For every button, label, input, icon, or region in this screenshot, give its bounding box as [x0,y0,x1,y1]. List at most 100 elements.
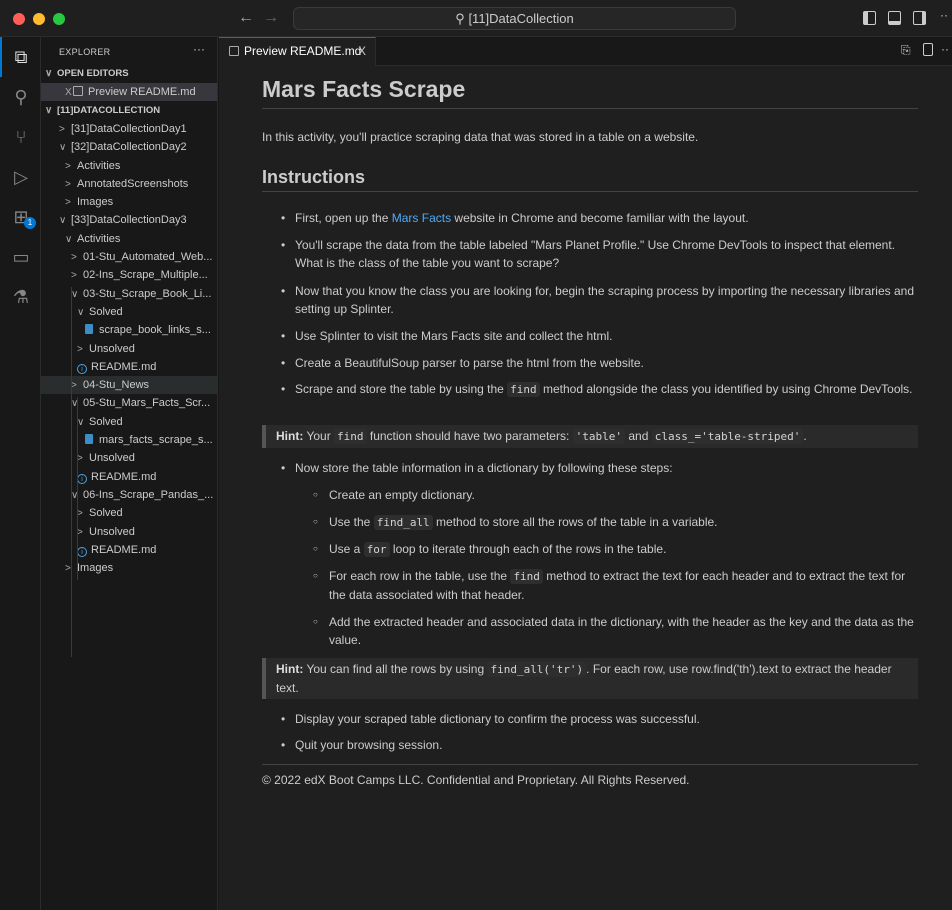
inline-code: find [334,429,367,444]
command-center-search[interactable]: ⚲ [11]DataCollection [293,7,736,30]
text: Your [303,429,335,443]
maximize-window-button[interactable] [53,13,65,25]
tree-item-label: scrape_book_links_s... [99,324,211,337]
tree-item[interactable]: i README.md [41,358,217,376]
tree-item[interactable]: >04-Stu_News [41,376,217,395]
chevron-right-icon: > [77,343,83,355]
text: . [803,429,807,443]
toggle-panel-icon[interactable] [888,11,901,25]
search-icon[interactable]: ⚲ [10,86,32,108]
tree-item-label: Solved [89,415,123,428]
tree-item[interactable]: mars_facts_scrape_s... [41,431,217,449]
tree-item[interactable]: ∨ [32]DataCollectionDay2 [41,138,217,156]
tree-item[interactable]: i README.md [41,541,217,559]
tree-item-label: Solved [89,507,123,520]
chevron-down-icon: ∨ [45,68,53,79]
source-control-icon[interactable]: ⑂ [10,126,32,148]
close-tab-icon[interactable]: X [358,38,366,65]
tree-item-label: [32]DataCollectionDay2 [71,141,187,154]
tree-item[interactable]: >02-Ins_Scrape_Multiple... [41,266,217,284]
mars-facts-link[interactable]: Mars Facts [392,211,451,225]
chevron-right-icon: > [71,270,77,282]
remote-explorer-icon[interactable]: ▭ [10,246,32,268]
footer-copyright: © 2022 edX Boot Camps LLC. Confidential … [262,773,690,787]
tab-preview-readme[interactable]: Preview README.md X [219,37,376,66]
tree-item[interactable]: ∨ Solved [41,303,217,321]
text: loop to iterate through each of the rows… [389,542,667,556]
tree-item[interactable]: > Unsolved [41,523,217,541]
tree-item[interactable]: scrape_book_links_s... [41,321,217,339]
tree-item-label: [33]DataCollectionDay3 [71,214,187,227]
tree-item[interactable]: > Solved [41,504,217,522]
toggle-sidebar-icon[interactable] [863,11,876,25]
tree-item-label: 04-Stu_News [83,379,150,392]
indent-guide [71,287,72,657]
tree-item-label: Solved [89,305,123,318]
tree-item-label: AnnotatedScreenshots [77,177,189,190]
list-item: Create a BeautifulSoup parser to parse t… [281,354,915,372]
tree-item[interactable]: X Preview README.md [41,83,217,102]
section-header[interactable]: ∨ OPEN EDITORS [41,65,217,83]
chevron-right-icon: > [77,526,83,538]
info-file-icon: i [77,363,87,374]
tree-item[interactable]: > [31]DataCollectionDay1 [41,120,217,138]
more-actions-icon[interactable]: ··· [193,42,205,56]
tree-item[interactable]: > Unsolved [41,340,217,358]
list-item: Use a for loop to iterate through each o… [313,540,919,559]
list-item: Quit your browsing session. [281,736,915,754]
text: Now that you know the class you are look… [295,284,914,316]
close-editor-icon[interactable]: X [59,84,73,101]
chevron-down-icon: ∨ [71,288,79,300]
preview-icon [73,86,83,97]
back-arrow-icon[interactable]: ← [238,9,254,27]
hint-block: Hint: Your find function should have two… [262,425,918,448]
tree-item[interactable]: ∨ 03-Stu_Scrape_Book_Li... [41,285,217,303]
more-icon[interactable]: ·· [940,8,948,22]
markdown-preview: Mars Facts Scrape In this activity, you'… [219,66,952,910]
tree-item[interactable]: i README.md [41,468,217,486]
tree-item[interactable]: >01-Stu_Automated_Web... [41,248,217,266]
tab-label: Preview README.md [244,44,362,58]
forward-arrow-icon[interactable]: → [263,9,279,27]
open-source-icon[interactable]: ⎘ [901,43,911,58]
text: method alongside the class you identifie… [539,382,913,396]
split-editor-icon[interactable] [923,43,933,56]
tree-item[interactable]: > Images [41,559,217,577]
text: Use the [329,515,374,529]
tree-item-label: OPEN EDITORS [57,68,129,79]
tree-item[interactable]: > Activities [41,157,217,175]
tree-item[interactable]: ∨ 05-Stu_Mars_Facts_Scr... [41,394,217,412]
text: Create a BeautifulSoup parser to parse t… [295,356,644,370]
testing-icon[interactable]: ⚗ [10,286,32,308]
section-header[interactable]: ∨ [11]DATACOLLECTION [41,102,217,120]
title-bar: ← → ⚲ [11]DataCollection ·· [0,0,952,37]
chevron-down-icon: ∨ [59,142,67,154]
text: Use Splinter to visit the Mars Facts sit… [295,329,613,343]
tree-item-label: Preview README.md [88,86,196,99]
list-item: Now store the table information in a dic… [281,459,915,477]
tree-item-label: [11]DATACOLLECTION [57,104,161,116]
minimize-window-button[interactable] [33,13,45,25]
tree-item[interactable]: > AnnotatedScreenshots [41,175,217,193]
tree-item[interactable]: ∨ 06-Ins_Scrape_Pandas_... [41,486,217,504]
text: Scrape and store the table by using the [295,382,508,396]
list-item: For each row in the table, use the find … [313,567,919,604]
search-icon: ⚲ [455,11,469,26]
more-icon[interactable]: ·· [941,42,949,56]
notebook-file-icon [85,434,93,444]
info-file-icon: i [77,546,87,557]
tree-item[interactable]: ∨ [33]DataCollectionDay3 [41,211,217,229]
explorer-icon[interactable]: ⧉ [10,46,32,68]
tree-item-label: [31]DataCollectionDay1 [71,122,187,135]
list-item: Use Splinter to visit the Mars Facts sit… [281,327,915,345]
hint-label: Hint: [276,429,304,443]
run-debug-icon[interactable]: ▷ [10,166,32,188]
tree-item[interactable]: > Unsolved [41,449,217,467]
tree-item-label: Activities [77,159,121,172]
close-window-button[interactable] [13,13,25,25]
activity-bar: ⧉ ⚲ ⑂ ▷ ⊞ 1 ▭ ⚗ [0,37,41,910]
tree-item[interactable]: > Images [41,193,217,211]
toggle-secondary-sidebar-icon[interactable] [913,11,926,25]
tree-item[interactable]: ∨ Activities [41,230,217,248]
tree-item[interactable]: ∨ Solved [41,413,217,431]
